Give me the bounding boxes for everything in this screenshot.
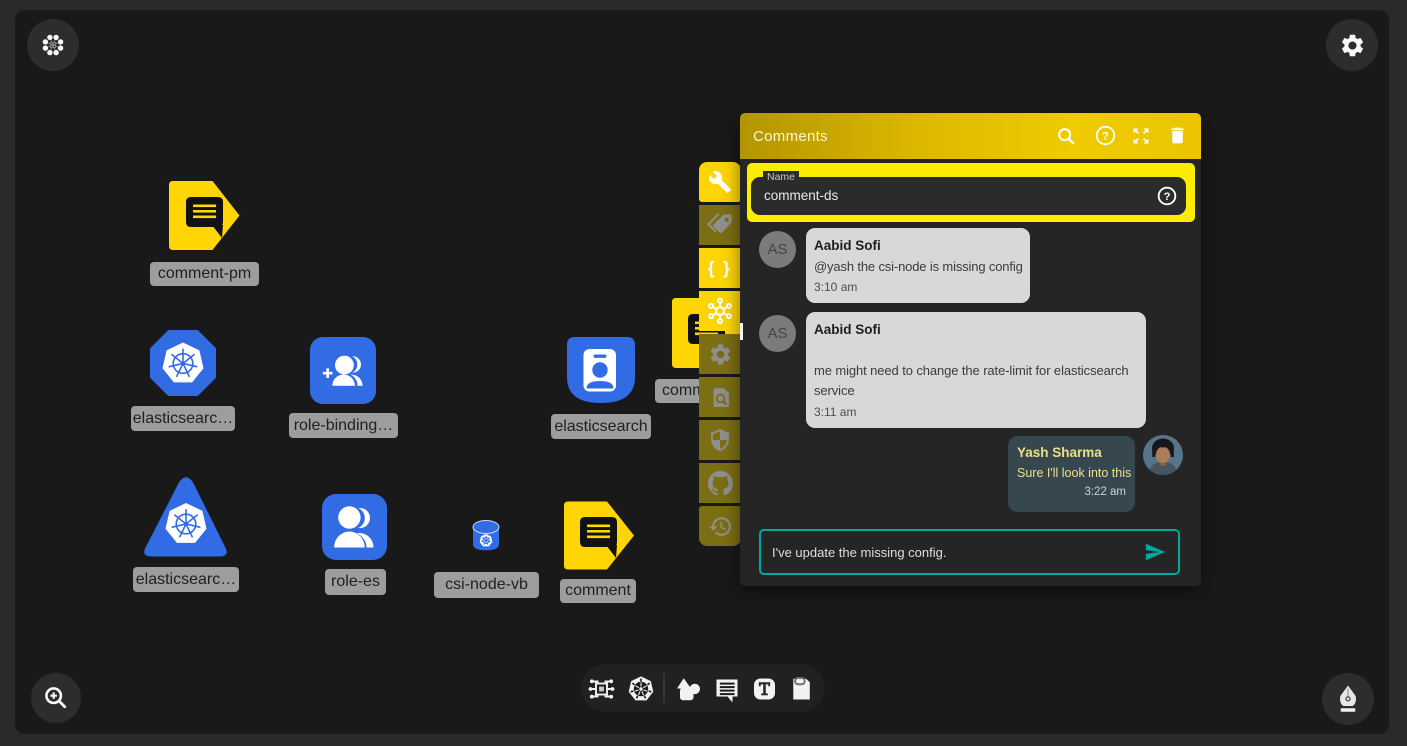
svg-text:?: ? xyxy=(1102,131,1109,143)
svg-text:?: ? xyxy=(1164,191,1171,203)
